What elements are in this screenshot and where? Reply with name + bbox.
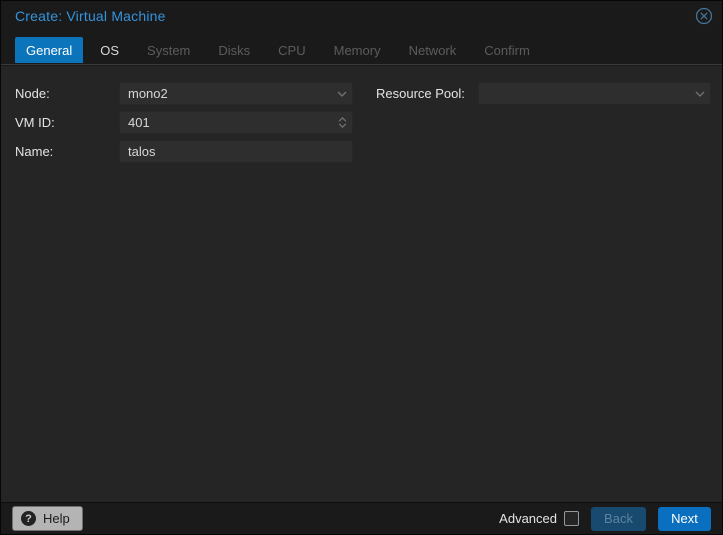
- node-combobox[interactable]: [119, 82, 353, 105]
- next-button[interactable]: Next: [658, 507, 711, 531]
- tab-cpu: CPU: [267, 37, 316, 63]
- tab-os[interactable]: OS: [89, 37, 130, 63]
- node-input[interactable]: [120, 83, 332, 104]
- help-button[interactable]: ? Help: [12, 506, 83, 531]
- help-button-label: Help: [43, 511, 70, 526]
- name-label: Name:: [15, 140, 53, 163]
- create-vm-dialog: Create: Virtual Machine General OS Syste…: [0, 0, 723, 535]
- close-icon[interactable]: [695, 7, 713, 25]
- chevron-down-icon[interactable]: [332, 83, 352, 104]
- general-tab-panel: Node: VM ID: Name: Resource Pool:: [1, 66, 722, 504]
- advanced-label: Advanced: [499, 511, 557, 526]
- tab-general[interactable]: General: [15, 37, 83, 63]
- dialog-title: Create: Virtual Machine: [15, 8, 166, 24]
- vmid-input[interactable]: [120, 112, 332, 133]
- tab-disks: Disks: [207, 37, 261, 63]
- node-label: Node:: [15, 82, 50, 105]
- wizard-tabstrip: General OS System Disks CPU Memory Netwo…: [1, 33, 722, 65]
- back-button[interactable]: Back: [591, 507, 646, 531]
- name-field[interactable]: [119, 140, 353, 163]
- spinner-up-down-icon[interactable]: [332, 112, 352, 133]
- dialog-header: Create: Virtual Machine: [1, 1, 722, 33]
- chevron-down-icon[interactable]: [690, 83, 710, 104]
- tab-memory: Memory: [323, 37, 392, 63]
- tab-system: System: [136, 37, 201, 63]
- name-input[interactable]: [120, 141, 352, 162]
- resource-pool-combobox[interactable]: [478, 82, 711, 105]
- resource-pool-label: Resource Pool:: [376, 82, 465, 105]
- vmid-spinner-field[interactable]: [119, 111, 353, 134]
- tab-network: Network: [398, 37, 468, 63]
- dialog-footer: ? Help Advanced Back Next: [1, 502, 722, 534]
- tab-confirm: Confirm: [473, 37, 541, 63]
- vmid-label: VM ID:: [15, 111, 55, 134]
- question-mark-icon: ?: [21, 511, 36, 526]
- resource-pool-input[interactable]: [479, 83, 690, 104]
- advanced-checkbox[interactable]: [564, 511, 579, 526]
